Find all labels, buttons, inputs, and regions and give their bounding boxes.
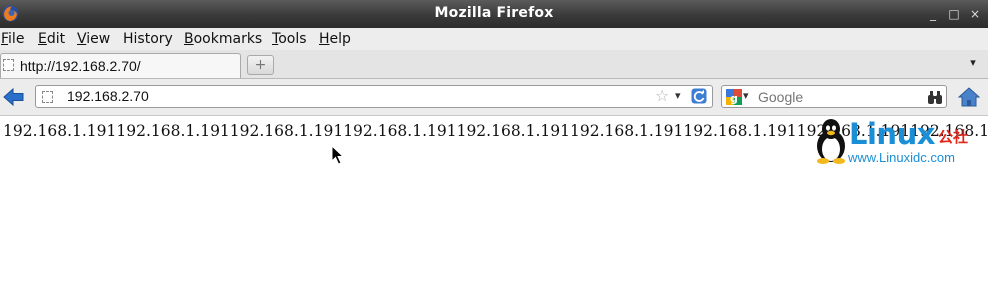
tab-active[interactable]: http://192.168.2.70/ [0, 53, 241, 78]
new-tab-button[interactable]: + [247, 55, 274, 75]
menu-edit-label: dit [46, 31, 66, 47]
search-bar[interactable]: g ▾ [721, 85, 947, 108]
menu-history-label: History [123, 31, 173, 47]
list-all-tabs-chevron-down-icon[interactable]: ▾ [966, 56, 980, 70]
search-binoculars-icon[interactable] [927, 89, 943, 105]
menu-bar: File Edit View History Bookmarks Tools H… [0, 28, 988, 50]
menu-bookmarks-mnemonic: B [184, 31, 194, 47]
menu-tools[interactable]: Tools [272, 31, 307, 47]
menu-edit[interactable]: Edit [38, 31, 65, 47]
history-dropdown-chevron-icon[interactable]: ▾ [675, 89, 681, 102]
bookmark-star-icon[interactable]: ☆ [655, 86, 669, 105]
navigation-bar: 192.168.2.70 ☆ ▾ g ▾ [0, 79, 988, 116]
back-arrow-icon[interactable] [3, 87, 25, 107]
menu-bookmarks-label: ookmarks [193, 31, 263, 47]
maximize-icon[interactable]: □ [946, 6, 962, 22]
menu-tools-label: ools [278, 31, 307, 47]
plus-icon: + [254, 57, 267, 73]
menu-help-label: elp [329, 31, 351, 47]
menu-edit-mnemonic: E [38, 31, 47, 47]
close-icon[interactable]: × [967, 6, 983, 22]
search-input[interactable] [758, 87, 918, 106]
menu-history[interactable]: History [123, 31, 173, 47]
url-input[interactable]: 192.168.2.70 [67, 88, 149, 104]
reload-icon[interactable] [691, 88, 707, 104]
window-title: Mozilla Firefox [434, 5, 554, 21]
url-bar[interactable]: 192.168.2.70 ☆ ▾ [35, 85, 713, 108]
tux-penguin-icon [817, 119, 845, 164]
menu-file-mnemonic: F [1, 31, 9, 47]
menu-bookmarks[interactable]: Bookmarks [184, 31, 262, 47]
menu-view[interactable]: View [77, 31, 110, 47]
google-engine-icon[interactable]: g [726, 89, 742, 105]
svg-text:g: g [730, 92, 738, 105]
title-bar[interactable]: Mozilla Firefox _ □ × [0, 0, 988, 28]
menu-file-label: ile [8, 31, 25, 47]
minimize-icon[interactable]: _ [925, 6, 941, 22]
menu-view-mnemonic: V [77, 31, 87, 47]
tab-label: http://192.168.2.70/ [20, 58, 141, 74]
mouse-cursor-icon [331, 145, 345, 165]
watermark-brand: Linux [849, 117, 935, 151]
menu-help[interactable]: Help [319, 31, 351, 47]
search-engine-chevron-icon[interactable]: ▾ [743, 89, 749, 102]
linuxidc-watermark: Linux 公社 www.Linuxidc.com [812, 117, 988, 169]
menu-help-mnemonic: H [319, 31, 330, 47]
home-icon[interactable] [958, 86, 980, 108]
menu-view-label: iew [86, 31, 111, 47]
site-identity-icon[interactable] [42, 91, 53, 103]
watermark-url: www.Linuxidc.com [848, 150, 955, 165]
menu-file[interactable]: File [1, 31, 24, 47]
page-favicon-icon [3, 59, 14, 71]
tab-strip: http://192.168.2.70/ + ▾ [0, 50, 988, 79]
watermark-brand-cn: 公社 [938, 128, 969, 146]
